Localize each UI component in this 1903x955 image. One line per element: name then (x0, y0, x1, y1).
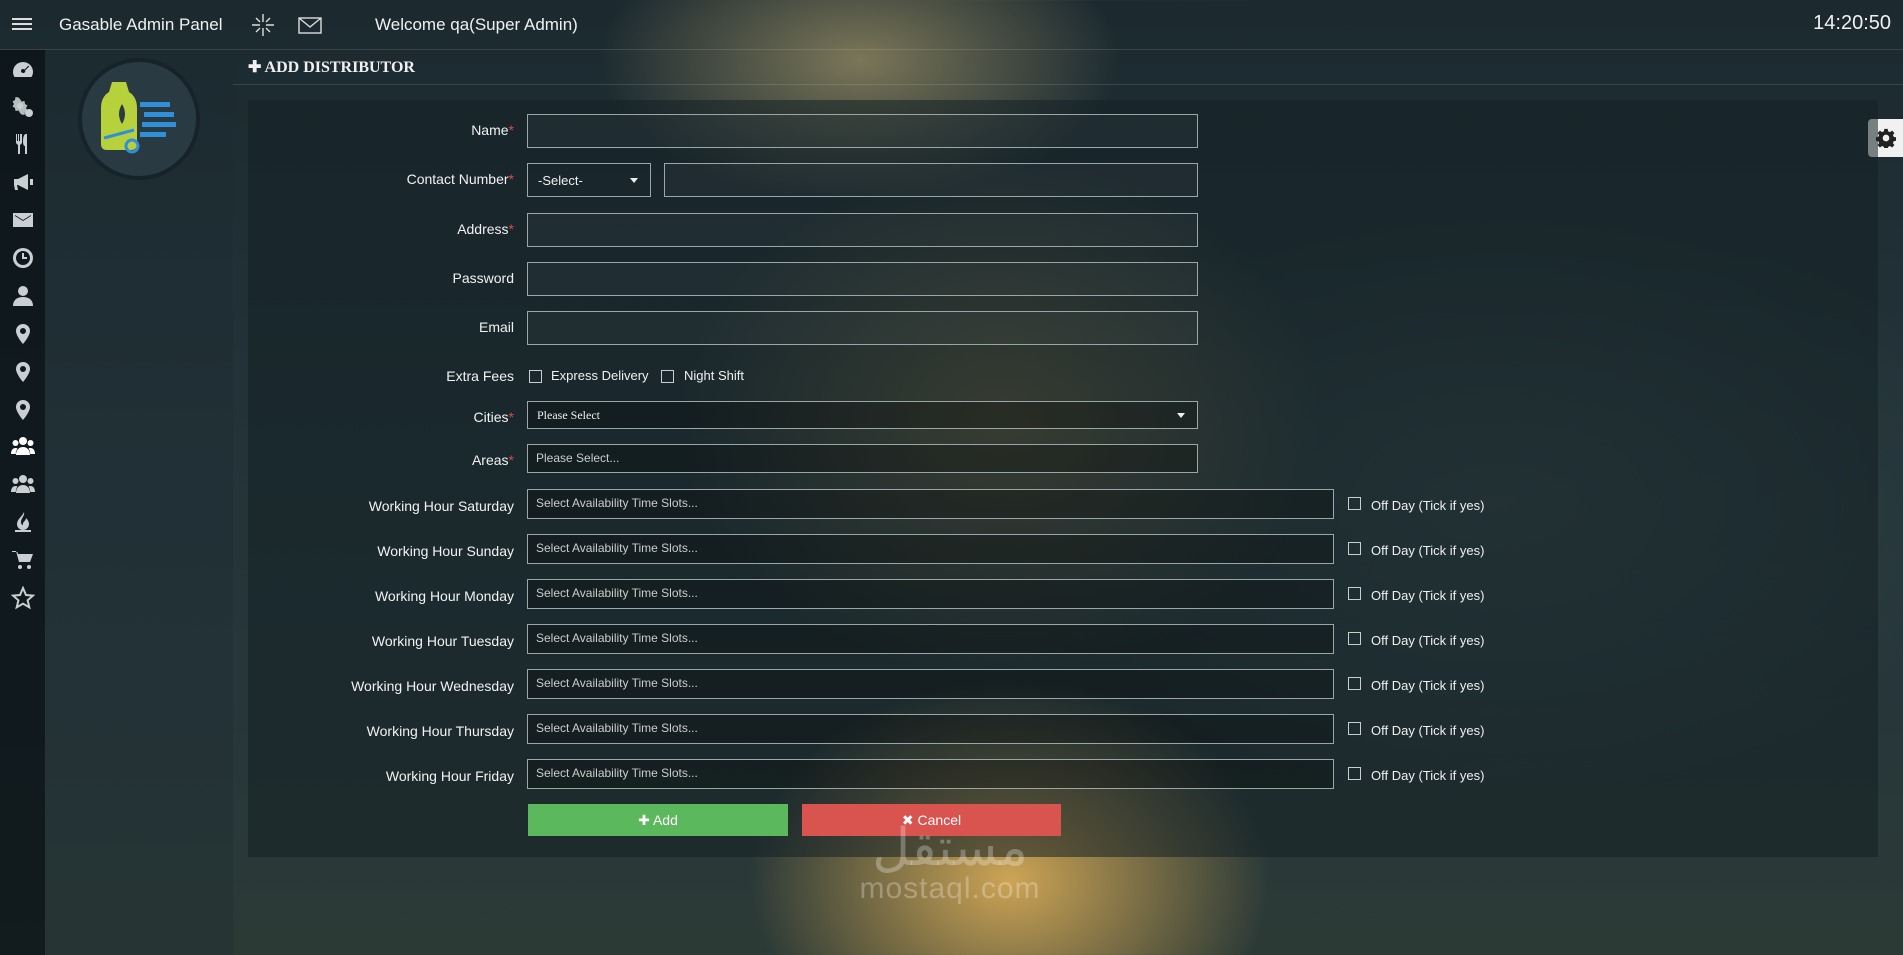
off-day-checkbox[interactable] (1348, 497, 1361, 510)
cities-label: Cities* (473, 409, 514, 425)
express-delivery-checkbox[interactable] (529, 370, 542, 383)
email-input[interactable] (527, 311, 1198, 345)
users-icon[interactable] (11, 434, 35, 458)
plus-icon: ✚ (638, 812, 653, 828)
extra-fees-label: Extra Fees (446, 368, 514, 384)
welcome-text: Welcome qa(Super Admin) (375, 15, 578, 34)
side-panel (45, 50, 233, 955)
star-icon[interactable] (10, 585, 36, 610)
users-icon[interactable] (11, 472, 35, 496)
menu-icon[interactable] (12, 15, 32, 33)
fullscreen-icon[interactable] (250, 12, 276, 38)
clock: 14:20:50 (1813, 12, 1891, 34)
working-hour-input[interactable]: Select Availability Time Slots... (527, 714, 1334, 744)
cart-icon[interactable] (11, 548, 35, 572)
working-hour-input[interactable]: Select Availability Time Slots... (527, 579, 1334, 609)
working-hour-input[interactable]: Select Availability Time Slots... (527, 534, 1334, 564)
settings-icon[interactable] (11, 96, 35, 120)
working-hour-label: Working Hour Saturday (368, 498, 514, 514)
top-bar: Gasable Admin Panel Welcome qa(Super Adm… (0, 0, 1903, 50)
night-shift-label: Night Shift (684, 368, 744, 383)
off-day-checkbox[interactable] (1348, 632, 1361, 645)
working-hour-input[interactable]: Select Availability Time Slots... (527, 489, 1334, 519)
off-day-checkbox[interactable] (1348, 767, 1361, 780)
password-input[interactable] (527, 262, 1198, 296)
off-day-label: Off Day (Tick if yes) (1371, 498, 1485, 513)
off-day-checkbox[interactable] (1348, 587, 1361, 600)
working-hour-label: Working Hour Friday (385, 768, 514, 784)
password-label: Password (452, 270, 514, 286)
off-day-checkbox[interactable] (1348, 677, 1361, 690)
working-hour-label: Working Hour Thursday (366, 723, 514, 739)
off-day-label: Off Day (Tick if yes) (1371, 768, 1485, 783)
off-day-label: Off Day (Tick if yes) (1371, 543, 1485, 558)
night-shift-checkbox[interactable] (661, 370, 674, 383)
close-icon: ✖ (901, 812, 918, 828)
plus-icon: ✚ (248, 59, 262, 76)
megaphone-icon[interactable] (11, 170, 35, 194)
cancel-button[interactable]: ✖ Cancel (802, 804, 1061, 836)
clock-icon[interactable] (11, 246, 35, 270)
caret-down-icon (630, 178, 638, 183)
contact-label: Contact Number* (406, 171, 514, 187)
areas-input[interactable]: Please Select... (527, 444, 1198, 473)
add-button[interactable]: ✚ Add (528, 804, 788, 836)
working-hour-label: Working Hour Tuesday (371, 633, 514, 649)
page-header: ✚ ADD DISTRIBUTOR (233, 50, 1903, 85)
working-hour-input[interactable]: Select Availability Time Slots... (527, 624, 1334, 654)
working-hour-input[interactable]: Select Availability Time Slots... (527, 759, 1334, 789)
off-day-label: Off Day (Tick if yes) (1371, 678, 1485, 693)
express-delivery-label: Express Delivery (551, 368, 649, 383)
off-day-checkbox[interactable] (1348, 542, 1361, 555)
gear-icon (1876, 128, 1896, 148)
address-input[interactable] (527, 213, 1198, 247)
name-input[interactable] (527, 114, 1198, 148)
map-marker-icon[interactable] (11, 322, 35, 346)
areas-label: Areas* (471, 452, 514, 468)
off-day-label: Off Day (Tick if yes) (1371, 723, 1485, 738)
off-day-label: Off Day (Tick if yes) (1371, 588, 1485, 603)
map-marker-icon[interactable] (11, 398, 35, 422)
app-title: Gasable Admin Panel (59, 15, 223, 34)
working-hour-label: Working Hour Wednesday (351, 678, 514, 694)
restaurant-icon[interactable] (11, 132, 35, 156)
watermark-latin: mostaql.com (859, 872, 1041, 905)
page-title: ✚ ADD DISTRIBUTOR (248, 59, 415, 76)
brand-logo (78, 58, 200, 180)
working-hour-label: Working Hour Monday (374, 588, 514, 604)
working-hour-label: Working Hour Sunday (377, 543, 514, 559)
caret-down-icon (1177, 413, 1185, 418)
email-label: Email (478, 319, 514, 335)
address-label: Address* (457, 221, 514, 237)
dashboard-icon[interactable] (11, 58, 35, 82)
mail-icon[interactable] (297, 12, 323, 38)
contact-number-input[interactable] (664, 163, 1198, 197)
user-icon[interactable] (11, 284, 35, 308)
flame-icon[interactable] (11, 510, 35, 534)
cities-select[interactable]: Please Select (527, 401, 1198, 429)
off-day-checkbox[interactable] (1348, 722, 1361, 735)
off-day-label: Off Day (Tick if yes) (1371, 633, 1485, 648)
country-code-select[interactable]: -Select- (527, 163, 651, 197)
working-hour-input[interactable]: Select Availability Time Slots... (527, 669, 1334, 699)
name-label: Name* (471, 122, 514, 138)
envelope-icon[interactable] (11, 208, 35, 232)
map-marker-icon[interactable] (11, 360, 35, 384)
